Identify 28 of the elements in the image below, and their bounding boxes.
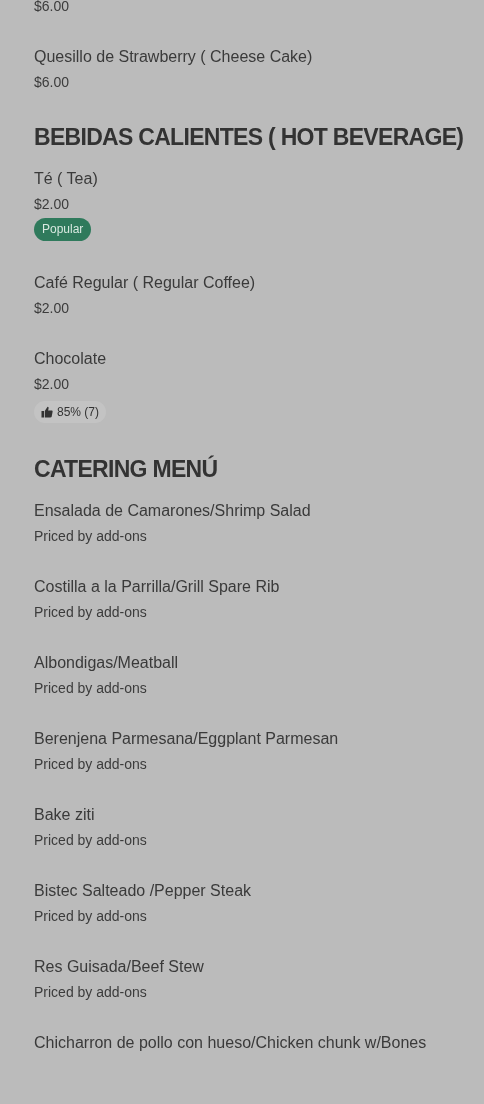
menu-item-price: Priced by add-ons	[34, 527, 147, 545]
menu-item-price: Priced by add-ons	[34, 983, 147, 1001]
menu-item-name[interactable]: Chocolate	[34, 348, 107, 370]
menu-item-name[interactable]: Bake ziti	[34, 804, 95, 826]
menu-item-name[interactable]: Costilla a la Parrilla/Grill Spare Rib	[34, 576, 280, 598]
menu-item-price: $6.00	[34, 73, 70, 91]
menu-item-name[interactable]: Berenjena Parmesana/Eggplant Parmesan	[34, 728, 339, 750]
popular-badge: Popular	[34, 218, 92, 241]
menu-item-price: Priced by add-ons	[34, 755, 147, 773]
menu-item-name[interactable]: Albondigas/Meatball	[34, 652, 179, 674]
menu-item-name[interactable]: Bistec Salteado /Pepper Steak	[34, 880, 252, 902]
menu-item-price: Priced by add-ons	[34, 831, 147, 849]
menu-item-price: Priced by add-ons	[34, 679, 147, 697]
menu-item-price: $2.00	[34, 375, 70, 393]
menu-item-name[interactable]: Café Regular ( Regular Coffee)	[34, 272, 256, 294]
menu-item-name[interactable]: Ensalada de Camarones/Shrimp Salad	[34, 500, 311, 522]
menu-item-price: $6.00	[34, 0, 70, 15]
menu-item-name[interactable]: Res Guisada/Beef Stew	[34, 956, 204, 978]
menu-item-price: $2.00	[34, 299, 70, 317]
menu-item-price: $2.00	[34, 195, 70, 213]
menu-item-name[interactable]: Chicharron de pollo con hueso/Chicken chunk w/Bones	[34, 1032, 427, 1054]
menu-item-price: Priced by add-ons	[34, 907, 147, 925]
section-heading: CATERING MENÚ	[34, 454, 219, 484]
menu-item-name[interactable]: Té ( Tea)	[34, 168, 98, 190]
thumbs-up-icon	[41, 406, 53, 418]
rating-badge: 85% (7)	[34, 401, 107, 423]
menu-item-price: Priced by add-ons	[34, 603, 147, 621]
menu-item-name[interactable]: Quesillo de Strawberry ( Cheese Cake)	[34, 46, 313, 68]
